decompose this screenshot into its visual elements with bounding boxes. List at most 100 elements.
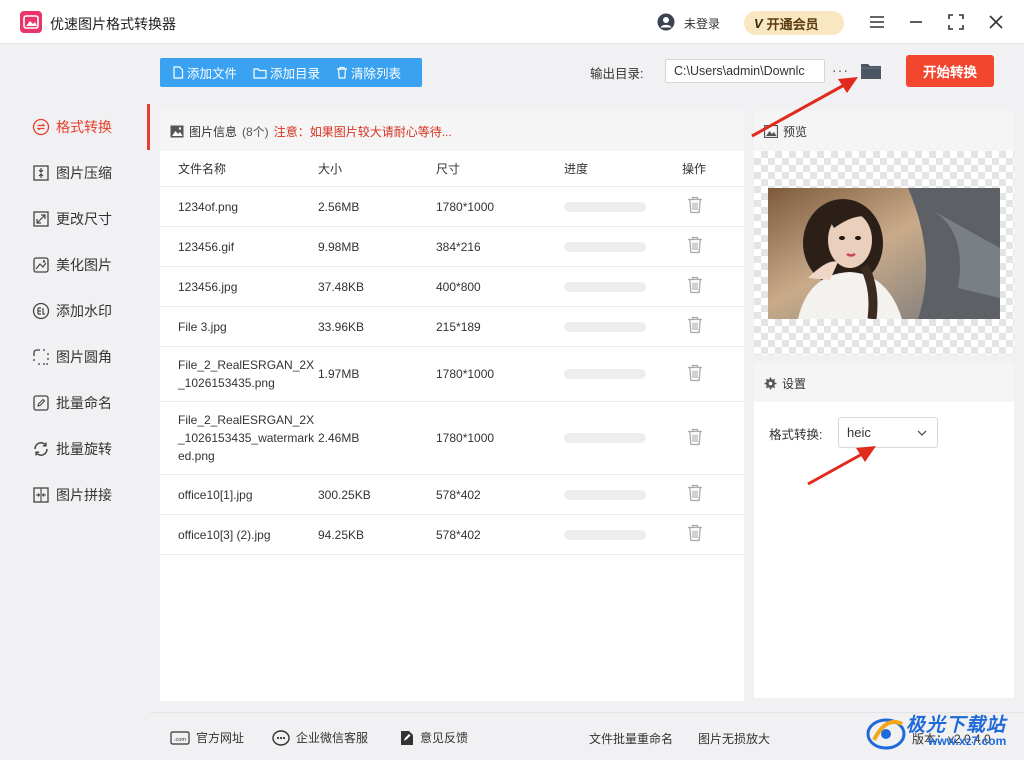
- table-header: 文件名称 大小 尺寸 进度 操作: [160, 151, 744, 187]
- sidebar-item-rotate[interactable]: 批量旋转: [0, 426, 150, 472]
- progress-bar: [564, 489, 646, 500]
- op-cell: [682, 484, 742, 505]
- format-label: 格式转换:: [769, 428, 823, 442]
- website-label: 官方网址: [196, 731, 245, 745]
- watermark-url: www.xz7.com: [928, 734, 1007, 748]
- table-row[interactable]: office10[3] (2).jpg 94.25KB 578*402: [160, 515, 744, 555]
- output-dir-label: 输出目录:: [590, 67, 644, 81]
- open-folder-icon[interactable]: [859, 60, 883, 82]
- file-name: File_2_RealESRGAN_2X_1026153435.png: [178, 358, 315, 390]
- delete-icon[interactable]: [687, 524, 703, 542]
- sidebar-item-round-corner[interactable]: 图片圆角: [0, 334, 150, 380]
- sidebar-item-label: 添加水印: [56, 303, 112, 319]
- file-dimensions: 1780*1000: [436, 367, 495, 381]
- delete-icon[interactable]: [687, 428, 703, 446]
- op-cell: [682, 364, 742, 385]
- file-panel-title: 图片信息: [189, 124, 238, 139]
- settings-header: 设置: [754, 364, 1014, 402]
- sidebar-item-format-convert[interactable]: 格式转换: [0, 104, 150, 150]
- sidebar-item-label: 美化图片: [56, 257, 112, 273]
- file-name: office10[3] (2).jpg: [178, 527, 271, 542]
- watermark-logo-icon: [866, 718, 906, 750]
- add-file-button[interactable]: 添加文件: [172, 58, 237, 87]
- table-row[interactable]: 123456.jpg 37.48KB 400*800: [160, 267, 744, 307]
- clear-list-button[interactable]: 清除列表: [336, 58, 401, 87]
- delete-icon[interactable]: [687, 316, 703, 334]
- notice-text: 注意：如果图片较大请耐心等待...: [273, 124, 452, 139]
- delete-icon[interactable]: [687, 364, 703, 382]
- minimize-icon[interactable]: [906, 12, 926, 32]
- op-cell: [682, 316, 742, 337]
- progress-cell: [564, 321, 682, 332]
- file-size: 9.98MB: [318, 239, 360, 254]
- sidebar-item-compress[interactable]: 图片压缩: [0, 150, 150, 196]
- progress-cell: [564, 241, 682, 252]
- format-convert-icon: [32, 118, 50, 136]
- col-dim: 尺寸: [436, 162, 461, 176]
- resize-icon: [33, 211, 49, 227]
- delete-icon[interactable]: [687, 484, 703, 502]
- close-icon[interactable]: [986, 12, 1006, 32]
- file-count: (8个): [242, 124, 269, 139]
- col-size: 大小: [318, 162, 343, 176]
- site-watermark: 极光下载站 www.xz7.com: [862, 706, 1022, 758]
- beautify-icon: [33, 257, 49, 273]
- progress-bar: [564, 281, 646, 292]
- progress-cell: [564, 369, 682, 379]
- table-row[interactable]: File 3.jpg 33.96KB 215*189: [160, 307, 744, 347]
- file-dimensions: 1780*1000: [436, 431, 495, 445]
- svg-text:.com: .com: [174, 737, 186, 743]
- add-dir-button[interactable]: 添加目录: [253, 58, 320, 87]
- maximize-icon[interactable]: [946, 12, 966, 32]
- table-row[interactable]: 123456.gif 9.98MB 384*216: [160, 227, 744, 267]
- file-size: 37.48KB: [318, 279, 365, 294]
- batch-rename-link[interactable]: 文件批量重命名: [589, 730, 673, 747]
- gear-icon: [764, 377, 777, 389]
- login-link[interactable]: 未登录: [684, 15, 720, 32]
- feedback-icon: [401, 730, 413, 745]
- file-size: 2.46MB: [318, 431, 360, 445]
- sidebar-item-rename[interactable]: 批量命名: [0, 380, 150, 426]
- sidebar-item-splice[interactable]: 图片拼接: [0, 472, 150, 518]
- file-name: File 3.jpg: [178, 319, 227, 334]
- vip-icon: V: [754, 15, 763, 31]
- output-dir-input[interactable]: [665, 59, 825, 83]
- start-convert-button[interactable]: 开始转换: [906, 55, 994, 87]
- format-select[interactable]: heic: [838, 417, 938, 448]
- sidebar-item-watermark[interactable]: 添加水印: [0, 288, 150, 334]
- image-icon: [170, 125, 184, 137]
- vip-button[interactable]: V 开通会员: [744, 11, 844, 35]
- col-progress: 进度: [564, 162, 589, 176]
- file-size: 94.25KB: [318, 527, 365, 542]
- menu-icon[interactable]: [867, 12, 887, 32]
- preview-image: [768, 188, 1000, 319]
- user-avatar-icon[interactable]: [657, 13, 675, 31]
- preview-header: 预览: [754, 111, 1014, 151]
- wechat-label: 企业微信客服: [296, 731, 369, 745]
- file-dimensions: 578*402: [436, 487, 481, 502]
- table-row[interactable]: 1234of.png 2.56MB 1780*1000: [160, 187, 744, 227]
- title-bar: 优速图片格式转换器 未登录 V 开通会员: [0, 0, 1024, 44]
- file-size: 1.97MB: [318, 367, 360, 381]
- file-size: 2.56MB: [318, 199, 360, 214]
- table-row[interactable]: File_2_RealESRGAN_2X_1026153435.png 1.97M…: [160, 347, 744, 402]
- file-name: 123456.jpg: [178, 279, 238, 294]
- sidebar-item-label: 更改尺寸: [56, 211, 112, 227]
- wechat-service-link[interactable]: 企业微信客服: [272, 729, 368, 746]
- delete-icon[interactable]: [687, 236, 703, 254]
- file-toolbar: 添加文件 添加目录 清除列表: [160, 58, 422, 87]
- delete-icon[interactable]: [687, 196, 703, 214]
- progress-cell: [564, 489, 682, 500]
- rotate-icon: [34, 442, 48, 456]
- sidebar-item-resize[interactable]: 更改尺寸: [0, 196, 150, 242]
- progress-bar: [564, 433, 646, 443]
- feedback-link[interactable]: 意见反馈: [400, 729, 468, 746]
- website-link[interactable]: .com 官方网址: [170, 729, 244, 746]
- table-row[interactable]: File_2_RealESRGAN_2X_1026153435_watermar…: [160, 402, 744, 475]
- more-button[interactable]: ···: [832, 62, 849, 78]
- delete-icon[interactable]: [687, 276, 703, 294]
- lossless-upscale-link[interactable]: 图片无损放大: [698, 730, 770, 747]
- progress-cell: [564, 529, 682, 540]
- table-row[interactable]: office10[1].jpg 300.25KB 578*402: [160, 475, 744, 515]
- sidebar-item-beautify[interactable]: 美化图片: [0, 242, 150, 288]
